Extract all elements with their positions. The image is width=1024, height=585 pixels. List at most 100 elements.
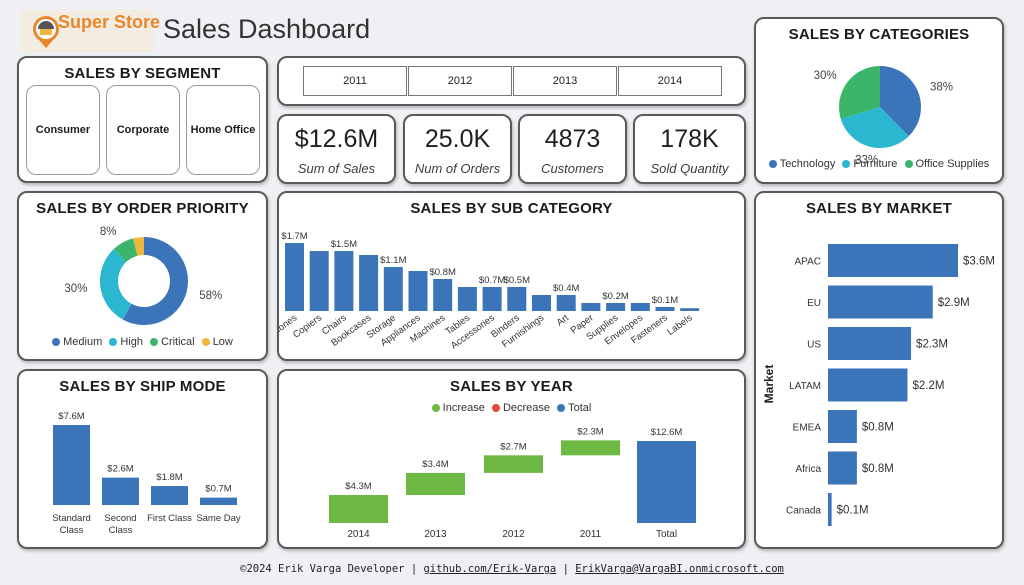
market-tick-africa: Africa: [795, 464, 821, 475]
bar-chairs[interactable]: [334, 251, 354, 311]
market-label-emea: $0.8M: [862, 422, 894, 434]
market-bar-us[interactable]: [828, 327, 912, 360]
ship-tick-same-day: Same Day: [196, 513, 241, 524]
market-tick-canada: Canada: [786, 506, 821, 517]
year-label-2013: $3.4M: [422, 459, 448, 470]
market-tick-emea: EMEA: [793, 423, 822, 434]
market-label-canada: $0.1M: [837, 505, 869, 517]
year-bar-2012[interactable]: [484, 455, 543, 473]
year-slicer-panel: 2011 2012 2013 2014: [277, 56, 746, 106]
bar-fasteners[interactable]: [655, 307, 675, 311]
footer-email-link[interactable]: ErikVarga@VargaBI.onmicrosoft.com: [575, 563, 784, 575]
legend-label: Total: [568, 402, 592, 414]
category-label-office-supplies: 30%: [814, 70, 837, 82]
legend-item-decrease[interactable]: Decrease: [491, 402, 550, 414]
year-button-2011[interactable]: 2011: [303, 66, 407, 96]
legend-item-low[interactable]: Low: [201, 336, 233, 348]
bar-appliances[interactable]: [408, 271, 428, 311]
bar-binders[interactable]: [507, 287, 527, 311]
bar-accessories[interactable]: [482, 287, 502, 311]
bar-furnishings[interactable]: [532, 295, 551, 311]
market-tick-apac: APAC: [795, 257, 822, 268]
kpi-card-sales: $12.6M Sum of Sales: [277, 114, 396, 184]
market-axis-label: Market: [762, 365, 776, 404]
data-label-phones: $1.7M: [281, 231, 307, 242]
segment-button-corporate[interactable]: Corporate: [106, 85, 180, 175]
ship-tick-standard-class: Class: [60, 525, 84, 536]
legend-item-technology[interactable]: Technology: [768, 158, 835, 170]
order-priority-panel: SALES BY ORDER PRIORITY 58% 30% 8% Medium …: [17, 191, 268, 361]
bar-supplies[interactable]: [606, 303, 626, 311]
segment-button-consumer[interactable]: Consumer: [26, 85, 100, 175]
ship-label-first-class: $1.8M: [156, 472, 182, 483]
year-label-2012: $2.7M: [500, 441, 526, 452]
kpi-label-quantity: Sold Quantity: [650, 161, 729, 176]
market-panel: SALES BY MARKET Market APAC $3.6M EU $2.9M US…: [754, 191, 1004, 549]
bar-tables[interactable]: [457, 287, 477, 311]
tick-label-labels: Labels: [665, 312, 694, 338]
legend-item-office-supplies[interactable]: Office Supplies: [904, 158, 989, 170]
bar-copiers[interactable]: [309, 251, 329, 311]
year-bar-2014[interactable]: [329, 495, 388, 523]
legend-item-total[interactable]: Total: [557, 402, 591, 414]
ship-bar-standard-class[interactable]: [53, 425, 90, 505]
footer-separator: |: [562, 563, 569, 575]
kpi-label-sales: Sum of Sales: [297, 161, 376, 176]
year-chart-legend: Increase Decrease Total: [279, 402, 744, 414]
legend-item-medium[interactable]: Medium: [52, 336, 102, 348]
priority-label-high: 30%: [64, 283, 87, 295]
market-bar-apac[interactable]: [828, 244, 958, 277]
year-bar-2011[interactable]: [561, 440, 620, 456]
year-button-2014[interactable]: 2014: [618, 66, 722, 96]
ship-bar-same-day[interactable]: [200, 497, 237, 505]
bar-storage[interactable]: [383, 267, 403, 311]
order-priority-title: SALES BY ORDER PRIORITY: [36, 200, 249, 217]
year-waterfall-chart: $4.3M 2014 $3.4M 2013 $2.7M 2012 $2.3M 2011 $12.…: [329, 426, 696, 540]
legend-label: Critical: [161, 336, 195, 348]
year-button-2012[interactable]: 2012: [408, 66, 512, 96]
data-label-supplies: $0.2M: [602, 291, 628, 302]
page-title: Sales Dashboard: [163, 14, 371, 44]
legend-item-high[interactable]: High: [109, 336, 143, 348]
ship-label-same-day: $0.7M: [205, 484, 231, 495]
order-priority-donut-chart: 58% 30% 8%: [64, 226, 222, 325]
legend-item-increase[interactable]: Increase: [431, 402, 485, 414]
year-bar-total[interactable]: [637, 441, 696, 523]
legend-item-critical[interactable]: Critical: [150, 336, 195, 348]
sub-category-title: SALES BY SUB CATEGORY: [410, 200, 613, 217]
market-bar-latam[interactable]: [828, 368, 908, 402]
sub-category-bar-chart: $1.7MPhonesCopiers$1.5MChairsBookcases$1…: [279, 231, 700, 352]
year-tick-2014: 2014: [347, 529, 370, 540]
bar-art[interactable]: [556, 295, 576, 311]
ship-bar-second-class[interactable]: [102, 477, 139, 505]
bar-envelopes[interactable]: [630, 303, 650, 311]
categories-pie-chart: 38%33%30%: [814, 66, 953, 165]
legend-label: Low: [212, 336, 233, 348]
data-label-fasteners: $0.1M: [652, 295, 678, 306]
bar-labels[interactable]: [680, 308, 700, 311]
ship-mode-title: SALES BY SHIP MODE: [59, 378, 226, 395]
bar-bookcases[interactable]: [359, 255, 379, 311]
year-tick-2011: 2011: [580, 529, 602, 540]
bar-phones[interactable]: [285, 243, 304, 311]
tick-label-art: Art: [555, 312, 572, 328]
year-button-2013[interactable]: 2013: [513, 66, 617, 96]
ship-bar-first-class[interactable]: [151, 486, 188, 505]
legend-item-furniture[interactable]: Furniture: [842, 158, 897, 170]
market-bar-emea[interactable]: [828, 410, 857, 443]
segment-button-home-office[interactable]: Home Office: [186, 85, 260, 175]
market-bar-canada[interactable]: [828, 493, 832, 526]
ship-mode-bar-chart: $7.6MStandardClass$2.6MSecondClass$1.8MF…: [52, 411, 241, 536]
bar-machines[interactable]: [433, 279, 453, 311]
data-label-storage: $1.1M: [380, 255, 406, 266]
kpi-value-quantity: 178K: [660, 125, 719, 153]
year-bar-2013[interactable]: [406, 472, 465, 496]
legend-label: Furniture: [853, 158, 898, 170]
bar-paper[interactable]: [581, 303, 601, 311]
ship-tick-first-class: First Class: [147, 513, 192, 524]
footer-github-link[interactable]: github.com/Erik-Varga: [423, 563, 556, 575]
data-label-binders: $0.5M: [504, 275, 530, 286]
market-bar-eu[interactable]: [828, 285, 933, 319]
order-priority-legend: Medium High Critical Low: [19, 336, 266, 348]
market-bar-africa[interactable]: [828, 451, 857, 485]
